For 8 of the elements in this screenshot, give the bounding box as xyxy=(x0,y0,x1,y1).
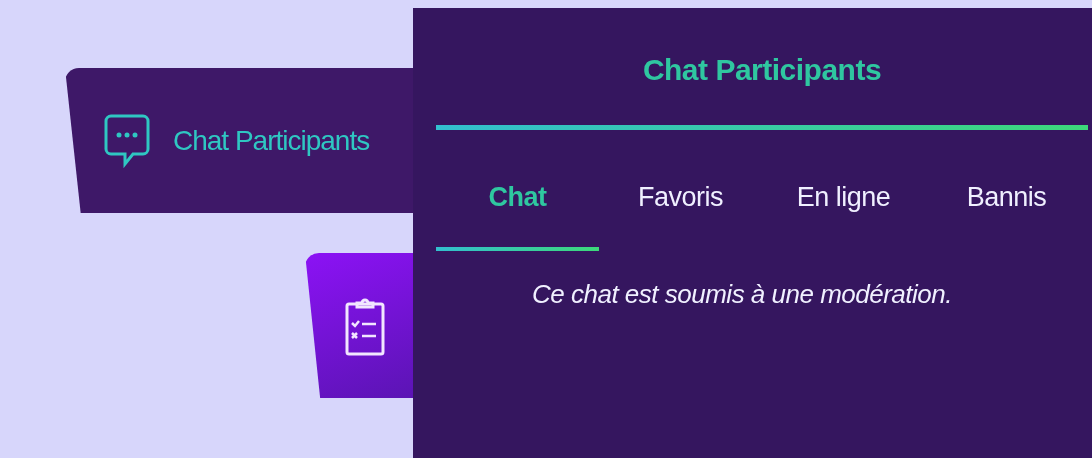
panel-tab[interactable]: Bannis xyxy=(925,168,1088,226)
side-tab[interactable]: Chat Participants xyxy=(65,68,413,213)
panel-tab[interactable]: Favoris xyxy=(599,168,762,226)
panel-title: Chat Participants xyxy=(641,53,883,87)
moderation-notice: Ce chat est soumis à une modération. xyxy=(531,279,953,310)
side-tab[interactable] xyxy=(305,253,413,398)
panel-tab[interactable]: Chat xyxy=(436,168,599,226)
panel-tab[interactable]: En ligne xyxy=(762,168,925,226)
